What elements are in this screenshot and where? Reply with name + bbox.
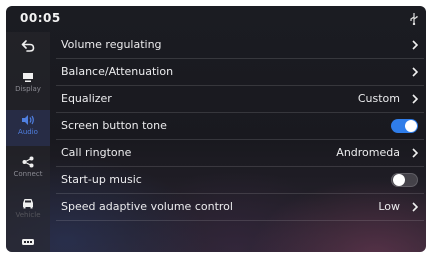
row-start-up-music: Start-up music <box>56 167 424 194</box>
row-label: Speed adaptive volume control <box>61 200 233 213</box>
share-icon <box>22 156 34 168</box>
start-up-music-toggle[interactable] <box>391 173 418 187</box>
toggle-knob <box>393 174 405 186</box>
back-arrow-icon <box>21 40 35 52</box>
row-call-ringtone[interactable]: Call ringtone Andromeda <box>56 140 424 167</box>
usb-icon <box>410 13 418 25</box>
row-label: Call ringtone <box>61 146 132 159</box>
sidebar-item-label: Display <box>15 85 41 93</box>
row-speed-adaptive-volume-control[interactable]: Speed adaptive volume control Low <box>56 194 424 221</box>
infotainment-screen: 00:05 Display Audio Connect Vehicle Volu… <box>6 6 426 252</box>
row-value: Low <box>378 200 400 213</box>
row-balance-attenuation[interactable]: Balance/Attenuation <box>56 59 424 86</box>
row-volume-regulating[interactable]: Volume regulating <box>56 32 424 59</box>
chevron-right-icon <box>412 67 418 77</box>
toggle-knob <box>405 120 417 132</box>
sidebar-item-connect[interactable]: Connect <box>6 156 50 186</box>
row-value: Custom <box>357 92 400 105</box>
row-label: Start-up music <box>61 173 142 186</box>
chevron-right-icon <box>412 148 418 158</box>
sidebar-item-label: Audio <box>18 128 38 136</box>
more-icon <box>22 239 34 245</box>
sidebar: Display Audio Connect Vehicle <box>6 32 50 252</box>
back-button[interactable] <box>6 40 50 64</box>
sidebar-item-vehicle[interactable]: Vehicle <box>6 198 50 228</box>
car-icon <box>23 199 33 209</box>
chevron-right-icon <box>412 202 418 212</box>
row-label: Balance/Attenuation <box>61 65 174 78</box>
clock: 00:05 <box>20 11 61 25</box>
row-screen-button-tone: Screen button tone <box>56 113 424 140</box>
display-icon <box>23 73 33 82</box>
chevron-right-icon <box>412 40 418 50</box>
sidebar-item-label: Connect <box>13 170 43 178</box>
sidebar-item-label: Vehicle <box>15 211 41 219</box>
speaker-icon <box>22 115 34 125</box>
screen-button-tone-toggle[interactable] <box>391 119 418 133</box>
row-label: Equalizer <box>61 92 112 105</box>
row-equalizer[interactable]: Equalizer Custom <box>56 86 424 113</box>
sidebar-item-audio[interactable]: Audio <box>6 110 50 146</box>
chevron-right-icon <box>412 94 418 104</box>
status-bar: 00:05 <box>6 6 426 32</box>
row-value: Andromeda <box>336 146 400 159</box>
row-label: Screen button tone <box>61 119 167 132</box>
row-label: Volume regulating <box>61 38 162 51</box>
sidebar-more-button[interactable] <box>6 238 50 250</box>
sidebar-item-display[interactable]: Display <box>6 72 50 102</box>
